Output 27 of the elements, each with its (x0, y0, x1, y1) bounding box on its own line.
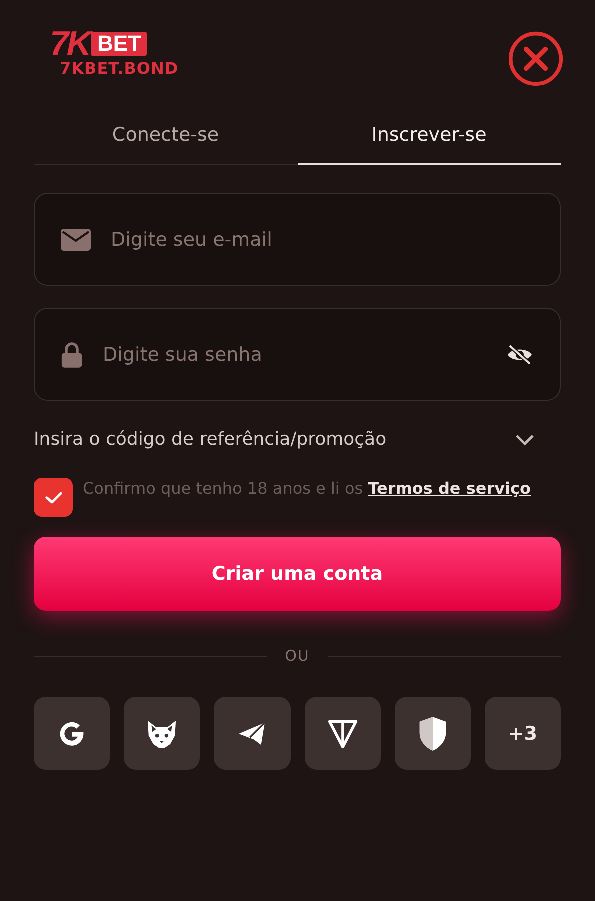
divider-label: OU (285, 647, 310, 665)
social-login-button[interactable] (214, 697, 291, 770)
social-login-button[interactable] (124, 697, 200, 770)
triangle-icon (326, 718, 359, 750)
lock-icon (61, 340, 83, 368)
close-button[interactable] (507, 30, 565, 88)
social-login-button[interactable] (394, 697, 471, 770)
eye-off-icon[interactable] (506, 344, 534, 364)
referral-toggle[interactable]: Insira o código de referência/promoção (34, 429, 561, 450)
tab[interactable]: Inscrever-se (298, 124, 561, 165)
envelope-icon (61, 228, 91, 250)
terms-text: Confirmo que tenho 18 anos e li os Termos de serviço (83, 478, 531, 500)
email-field[interactable]: Digite seu e-mail (109, 228, 534, 252)
tab[interactable]: Conecte-se (34, 124, 298, 165)
fox-icon (146, 718, 178, 748)
check-icon (44, 490, 62, 504)
terms-link[interactable]: Termos de serviço (368, 479, 531, 498)
shield-icon (418, 716, 448, 752)
social-login-button[interactable] (34, 697, 110, 770)
checkbox[interactable] (34, 478, 73, 517)
logo-domain: 7KBET.BOND (60, 60, 179, 78)
create-account-button[interactable]: Criar uma conta (34, 537, 561, 611)
logo-badge: BET (91, 32, 148, 56)
paper-plane-icon (237, 720, 268, 746)
password-field[interactable]: Digite sua senha (101, 342, 488, 366)
social-login-button[interactable] (304, 697, 381, 770)
more-button[interactable]: +3 (484, 697, 562, 770)
